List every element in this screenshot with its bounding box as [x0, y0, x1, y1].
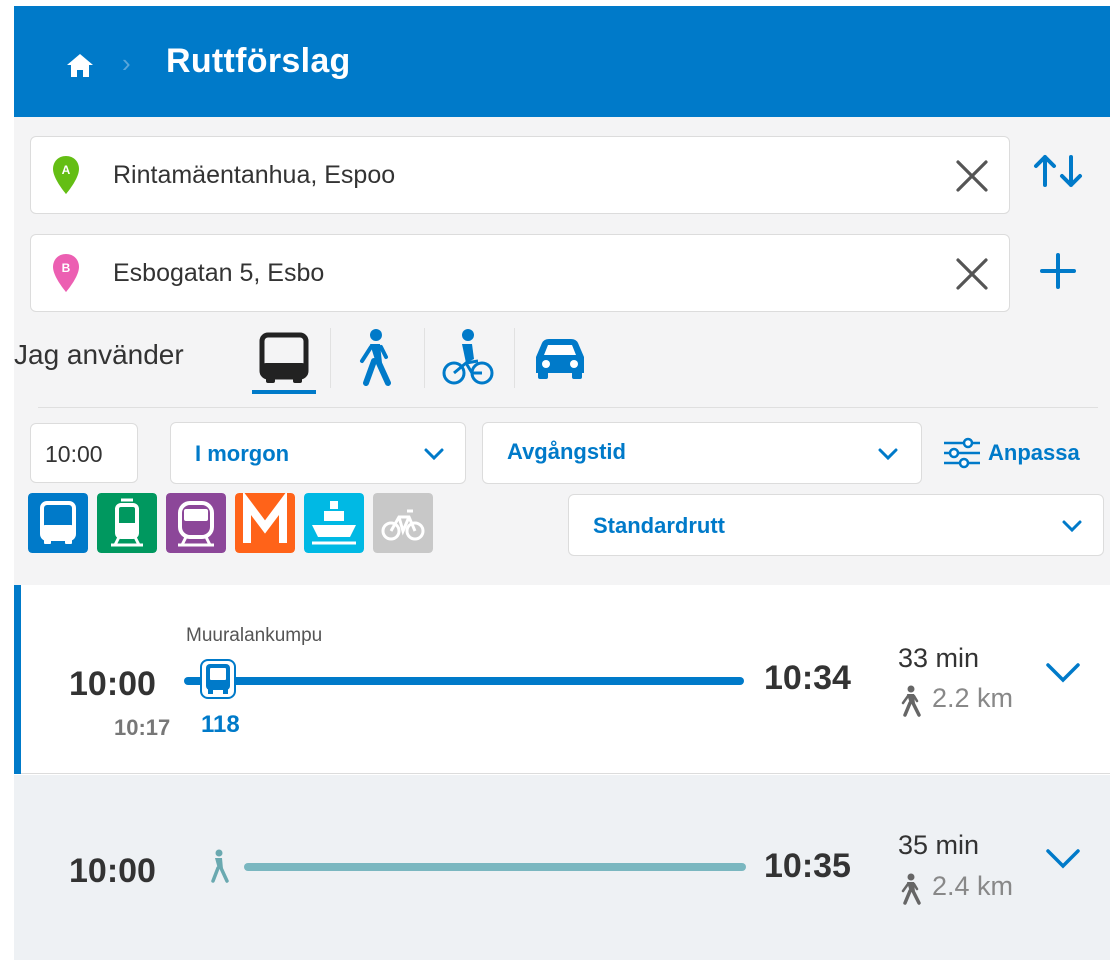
route-item[interactable]: Muuralankumpu 10:00 10:34 10:17 118 33 m…	[14, 585, 1110, 774]
chevron-down-icon	[1062, 520, 1082, 533]
route-start-time: 10:00	[69, 665, 156, 703]
destination-input[interactable]: Esbogatan 5, Esbo	[113, 259, 324, 288]
walk-icon	[901, 873, 921, 905]
ferry-mode-toggle[interactable]	[304, 493, 364, 553]
bus-mode-toggle[interactable]	[28, 493, 88, 553]
chevron-down-icon[interactable]	[1044, 847, 1082, 871]
train-mode-toggle[interactable]	[166, 493, 226, 553]
tram-mode-toggle[interactable]	[97, 493, 157, 553]
divider	[330, 328, 331, 388]
time-type-label: Avgångstid	[507, 439, 626, 464]
bus-icon[interactable]	[256, 327, 312, 387]
chevron-down-icon	[424, 448, 444, 461]
breadcrumb-separator: ›	[122, 48, 131, 78]
route-start-time: 10:00	[69, 852, 156, 890]
route-duration: 35 min	[898, 830, 980, 860]
swap-arrows-icon[interactable]	[1028, 145, 1088, 205]
citybike-mode-toggle[interactable]	[373, 493, 433, 553]
origin-pin-icon: A	[53, 156, 79, 194]
origin-input[interactable]: Rintamäentanhua, Espoo	[113, 161, 395, 190]
route-type-select[interactable]: Standardrutt	[568, 494, 1104, 556]
walk-icon	[901, 685, 921, 717]
walk-icon	[211, 849, 229, 883]
route-duration: 33 min	[898, 643, 980, 673]
walk-distance: 2.2 km	[932, 683, 1014, 713]
selected-mode-indicator	[252, 390, 316, 394]
line-number: 118	[201, 711, 240, 738]
day-select-label: I morgon	[195, 441, 290, 466]
divider	[514, 328, 515, 388]
svg-text:B: B	[62, 261, 71, 275]
divider	[424, 328, 425, 388]
stop-name: Muuralankumpu	[186, 625, 323, 646]
departure-time: 10:17	[114, 715, 171, 740]
destination-pin-icon: B	[53, 254, 79, 292]
destination-field[interactable]: B Esbogatan 5, Esbo	[30, 234, 1010, 312]
metro-mode-toggle[interactable]	[235, 493, 295, 553]
route-bar	[244, 863, 746, 871]
route-end-time: 10:35	[764, 847, 851, 885]
route-type-label: Standardrutt	[593, 513, 725, 538]
svg-text:A: A	[62, 163, 71, 177]
plus-icon[interactable]	[1028, 241, 1088, 301]
bus-icon	[200, 659, 236, 699]
customize-label: Anpassa	[988, 440, 1080, 465]
search-panel: A Rintamäentanhua, Espoo B Esbogatan 5, …	[14, 117, 1110, 585]
time-value: 10:00	[45, 441, 103, 467]
route-end-time: 10:34	[764, 659, 851, 697]
page-title: Ruttförslag	[166, 42, 351, 80]
clear-origin-icon[interactable]	[953, 157, 991, 195]
clear-destination-icon[interactable]	[953, 255, 991, 293]
bike-icon[interactable]	[442, 327, 494, 387]
walk-distance: 2.4 km	[932, 871, 1014, 901]
origin-field[interactable]: A Rintamäentanhua, Espoo	[30, 136, 1010, 214]
modes-label: Jag använder	[14, 339, 184, 370]
day-select[interactable]: I morgon	[170, 422, 466, 484]
divider	[38, 407, 1098, 408]
walk-icon[interactable]	[354, 327, 394, 387]
chevron-down-icon[interactable]	[1044, 661, 1082, 685]
route-bar	[184, 677, 744, 685]
time-input[interactable]: 10:00	[30, 423, 138, 483]
route-item[interactable]: 10:00 10:35 35 min 2.4 km	[14, 775, 1110, 960]
time-type-select[interactable]: Avgångstid	[482, 422, 922, 484]
chevron-down-icon	[878, 448, 898, 461]
sliders-icon	[944, 437, 980, 469]
selected-route-indicator	[14, 585, 21, 774]
header-bar: › Ruttförslag	[14, 6, 1110, 117]
home-icon[interactable]	[64, 50, 96, 82]
car-icon[interactable]	[530, 327, 590, 387]
